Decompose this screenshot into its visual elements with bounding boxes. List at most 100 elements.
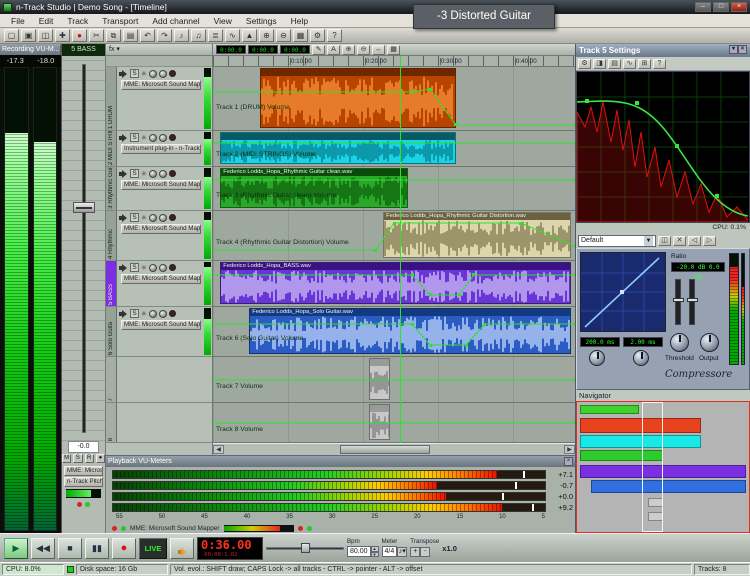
track-device-button[interactable]: MME: Microsoft Sound Mapper: [121, 274, 201, 284]
navigator-view-window[interactable]: [642, 402, 663, 532]
record-icon[interactable]: ●: [72, 29, 87, 42]
timeline-track-row-3[interactable]: Track 3 (Rhythmic Guitar clean) VolumeFe…: [213, 167, 575, 211]
help-icon[interactable]: ?: [327, 29, 342, 42]
playhead[interactable]: [400, 56, 401, 443]
menu-edit[interactable]: Edit: [32, 15, 61, 27]
speaker-mute-icon[interactable]: [119, 70, 128, 78]
bpm-down-icon[interactable]: ▼: [371, 552, 379, 558]
cut-icon[interactable]: ✂: [89, 29, 104, 42]
speaker-mute-icon[interactable]: [119, 310, 128, 318]
menu-file[interactable]: File: [4, 15, 32, 27]
copy-icon[interactable]: ⧉: [106, 29, 121, 42]
grid-icon[interactable]: ▦: [293, 29, 308, 42]
send-knob[interactable]: [159, 214, 167, 222]
position-slider[interactable]: [266, 542, 344, 554]
minimize-button[interactable]: –: [695, 2, 711, 12]
track-device-button[interactable]: MME: Microsoft Sound Mapper: [121, 224, 201, 234]
menu-track[interactable]: Track: [60, 15, 95, 27]
track-name-strip[interactable]: 4 Rhythmic: [106, 211, 117, 260]
volume-envelope[interactable]: [213, 261, 575, 306]
mixer-icon[interactable]: ≣: [208, 29, 223, 42]
volume-envelope[interactable]: [213, 67, 575, 130]
record-arm-icon[interactable]: [169, 310, 176, 317]
pan-knob[interactable]: [149, 264, 157, 272]
stop-button[interactable]: ■: [58, 538, 82, 559]
timeline-track-row-4[interactable]: Track 4 (Rhythmic Guitar Distortion) Vol…: [213, 211, 575, 261]
speaker-mute-icon[interactable]: [119, 134, 128, 142]
bpm-value[interactable]: 80.00: [347, 546, 371, 557]
speaker-mute-icon[interactable]: [119, 170, 128, 178]
note-value-dropdown[interactable]: ♪▾: [397, 547, 407, 557]
send-knob[interactable]: [159, 70, 167, 78]
wave-editor-icon[interactable]: ∿: [225, 29, 240, 42]
attack-knob[interactable]: [589, 350, 605, 366]
track-device-button[interactable]: MME: Microsoft Sound Mapper: [121, 180, 201, 190]
solo-button[interactable]: S: [130, 213, 139, 222]
transpose-down-button[interactable]: -: [420, 547, 430, 557]
eq-display[interactable]: [576, 71, 750, 223]
volume-envelope[interactable]: [213, 357, 575, 402]
fader-handle[interactable]: [73, 202, 95, 213]
fx-icon[interactable]: ✳: [141, 70, 147, 78]
zoom-out-tool-icon[interactable]: ⊖: [357, 45, 370, 55]
track-name-strip[interactable]: 6 Solo Guita: [106, 307, 117, 356]
track-name-strip[interactable]: 8: [106, 403, 117, 442]
plugin-settings-icon[interactable]: ⚙: [578, 59, 591, 69]
solo-button[interactable]: S: [130, 69, 139, 78]
pan-knob[interactable]: [149, 134, 157, 142]
threshold-knob[interactable]: [670, 333, 689, 352]
record-arm-icon[interactable]: [169, 170, 176, 177]
paste-icon[interactable]: ▤: [123, 29, 138, 42]
track-name-strip[interactable]: 2 MIDI STRINGS: [106, 131, 117, 166]
zoom-in-icon[interactable]: ⊕: [259, 29, 274, 42]
close-button[interactable]: ×: [731, 2, 747, 12]
send-knob[interactable]: [159, 134, 167, 142]
play-led-icon[interactable]: [85, 502, 90, 507]
speaker-mute-icon[interactable]: [119, 214, 128, 222]
live-button[interactable]: LIVE: [139, 538, 167, 559]
fx-icon[interactable]: ✳: [141, 310, 147, 318]
eq-bands-icon[interactable]: ▤: [608, 59, 621, 69]
timeline-hscrollbar[interactable]: ◀ ▶: [213, 443, 575, 455]
record-arm-icon[interactable]: [169, 264, 176, 271]
rewind-button[interactable]: ◀◀: [31, 538, 55, 559]
volume-envelope[interactable]: [213, 403, 575, 442]
channel-plugin-button[interactable]: n-Track Pitch...: [64, 477, 103, 487]
menu-add-channel[interactable]: Add channel: [145, 15, 206, 27]
volume-fader[interactable]: [62, 56, 105, 441]
record-arm-icon[interactable]: [169, 134, 176, 141]
preset-dropdown[interactable]: Default ▼: [578, 235, 656, 247]
timeline-track-row-5[interactable]: Federico Lodds_Hopa_BASS.wav: [213, 261, 575, 307]
solo-button[interactable]: S: [130, 263, 139, 272]
track-name-strip[interactable]: 7: [106, 357, 117, 402]
track-device-button[interactable]: MME: Microsoft Sound Mapper: [121, 80, 201, 90]
timeline-ruler[interactable]: 0:10.000:20.000:30.000:40.00: [213, 56, 575, 67]
track-name-strip[interactable]: 5 BASS: [106, 261, 117, 306]
track-name-strip[interactable]: 3 Rhythmic Guit: [106, 167, 117, 210]
pause-button[interactable]: ▮▮: [85, 538, 109, 559]
pan-knob[interactable]: [149, 170, 157, 178]
close-icon[interactable]: ×: [60, 45, 61, 54]
close-icon[interactable]: ×: [738, 45, 747, 54]
open-file-icon[interactable]: ▣: [21, 29, 36, 42]
send-knob[interactable]: [159, 264, 167, 272]
fx-icon[interactable]: ✳: [141, 214, 147, 222]
solo-button[interactable]: S: [130, 309, 139, 318]
channel-button-m[interactable]: M: [62, 454, 71, 463]
track-device-button[interactable]: MME: Microsoft Sound Mapper: [121, 320, 201, 330]
volume-envelope[interactable]: [213, 131, 575, 166]
track-name-strip[interactable]: 1 DRUM: [106, 67, 117, 130]
playback-device-label[interactable]: MME: Microsoft Sound Mapper: [130, 525, 220, 532]
timeline-track-row-8[interactable]: Track 8 Volume: [213, 403, 575, 443]
undo-icon[interactable]: ↶: [140, 29, 155, 42]
fx-icon[interactable]: ✳: [141, 170, 147, 178]
ratio-slider[interactable]: [675, 279, 681, 325]
record-arm-icon[interactable]: [169, 70, 176, 77]
output-knob[interactable]: [700, 333, 719, 352]
add-band-icon[interactable]: ⊞: [638, 59, 651, 69]
next-preset-button[interactable]: ▷: [703, 236, 716, 246]
record-arm-icon[interactable]: [169, 214, 176, 221]
fx-icon[interactable]: ✳: [141, 264, 147, 272]
close-icon[interactable]: ×: [564, 457, 573, 466]
collapse-icon[interactable]: ▾: [729, 45, 738, 54]
